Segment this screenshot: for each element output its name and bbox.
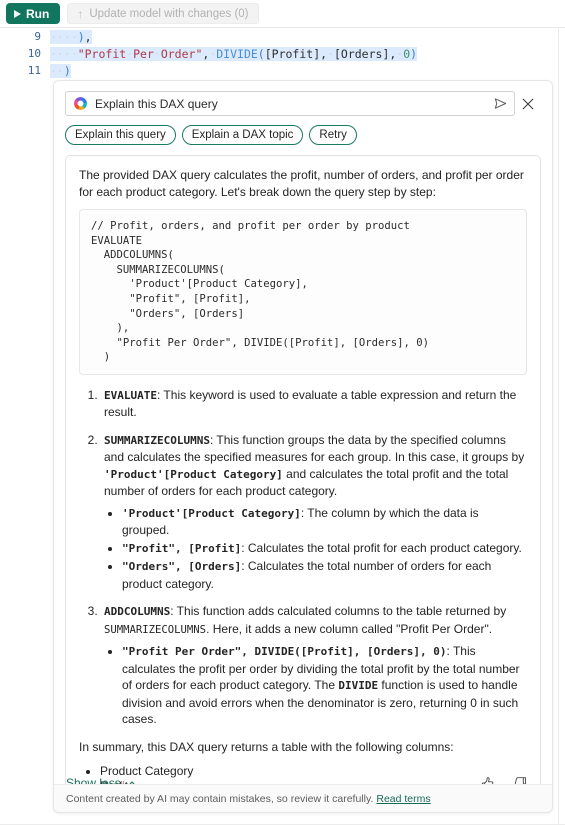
ai-disclaimer-text: Content created by AI may contain mistak… <box>66 792 374 805</box>
close-icon[interactable] <box>515 91 541 116</box>
copilot-icon <box>74 97 87 110</box>
sub-item: "Profit", [Profit]: Calculates the total… <box>122 540 527 558</box>
dax-query-view: Run ↑ Update model with changes (0) 9 10… <box>0 0 565 825</box>
copilot-panel: Explain this DAX query Explain this quer… <box>53 80 553 813</box>
step-summarizecolumns: SUMMARIZECOLUMNS: This function groups t… <box>101 432 527 593</box>
sub-code-2: DIVIDE <box>338 679 379 693</box>
suggestion-explain-a-dax-topic[interactable]: Explain a DAX topic <box>181 125 304 145</box>
sub-item: 'Product'[Product Category]: The column … <box>122 505 527 539</box>
code-line-10: ····"Profit·Per·Order",·DIVIDE([Profit],… <box>50 47 418 61</box>
copilot-prompt-text[interactable]: Explain this DAX query <box>95 97 485 111</box>
step-sub-list: 'Product'[Product Category]: The column … <box>104 505 527 593</box>
sub-text: : Calculates the total profit for each p… <box>241 540 522 555</box>
editor-toolbar: Run ↑ Update model with changes (0) <box>0 0 565 27</box>
run-button[interactable]: Run <box>6 3 61 24</box>
ai-disclaimer: Content created by AI may contain mistak… <box>54 784 552 812</box>
step-text: : This keyword is used to evaluate a tab… <box>104 387 517 420</box>
sub-code: "Orders", [Orders] <box>122 560 242 574</box>
copilot-answer: The provided DAX query calculates the pr… <box>65 155 541 812</box>
run-button-label: Run <box>26 6 50 21</box>
copilot-ask-bar: Explain this DAX query <box>65 91 541 116</box>
answer-summary-intro: In summary, this DAX query returns a tab… <box>79 739 454 754</box>
sub-code: "Profit", [Profit] <box>122 541 242 555</box>
step-text-cont: . Here, it adds a new column called "Pro… <box>206 621 493 636</box>
update-model-button[interactable]: ↑ Update model with changes (0) <box>67 3 259 24</box>
suggestion-explain-this-query[interactable]: Explain this query <box>65 125 176 145</box>
answer-steps-list: EVALUATE: This keyword is used to evalua… <box>79 387 527 728</box>
send-icon[interactable] <box>493 96 508 111</box>
step-term: ADDCOLUMNS <box>104 605 171 619</box>
sub-code: 'Product'[Product Category] <box>122 506 301 520</box>
sub-item: "Orders", [Orders]: Calculates the total… <box>122 558 527 592</box>
play-triangle-icon <box>14 9 21 18</box>
step-term: EVALUATE <box>104 388 157 402</box>
step-addcolumns: ADDCOLUMNS: This function adds calculate… <box>101 603 527 728</box>
line-number: 9 <box>34 30 41 43</box>
step-sub-list: "Profit Per Order", DIVIDE([Profit], [Or… <box>104 643 527 728</box>
copilot-suggestion-pills: Explain this query Explain a DAX topic R… <box>65 125 541 145</box>
code-line-11: ··) <box>50 64 71 78</box>
line-number: 10 <box>27 47 41 60</box>
step-evaluate: EVALUATE: This keyword is used to evalua… <box>101 387 527 421</box>
update-model-label: Update model with changes (0) <box>89 7 249 20</box>
dax-code-editor[interactable]: 9 10 11 ····), ····"Profit·Per·Order",·D… <box>0 28 565 82</box>
code-lines[interactable]: ····), ····"Profit·Per·Order",·DIVIDE([P… <box>50 28 565 82</box>
step-inline-code: SUMMARIZECOLUMNS <box>104 623 207 636</box>
sub-code: "Profit Per Order", DIVIDE([Profit], [Or… <box>122 645 447 659</box>
line-number-gutter: 9 10 11 <box>0 28 50 82</box>
copilot-header: Explain this DAX query Explain this quer… <box>54 81 552 145</box>
line-number: 11 <box>27 64 41 77</box>
step-inline-code: 'Product'[Product Category] <box>104 467 283 481</box>
answer-code-block: // Profit, orders, and profit per order … <box>79 209 527 375</box>
copilot-prompt-input[interactable]: Explain this DAX query <box>65 91 515 116</box>
answer-intro: The provided DAX query calculates the pr… <box>79 168 524 199</box>
step-term: SUMMARIZECOLUMNS <box>104 433 210 447</box>
code-line-9: ····), <box>50 30 92 44</box>
sub-item: "Profit Per Order", DIVIDE([Profit], [Or… <box>122 643 527 728</box>
upload-arrow-icon: ↑ <box>77 6 84 21</box>
read-terms-link[interactable]: Read terms <box>376 793 430 805</box>
suggestion-retry[interactable]: Retry <box>309 125 357 145</box>
step-text: : This function adds calculated columns … <box>170 604 507 619</box>
right-divider <box>558 28 559 825</box>
